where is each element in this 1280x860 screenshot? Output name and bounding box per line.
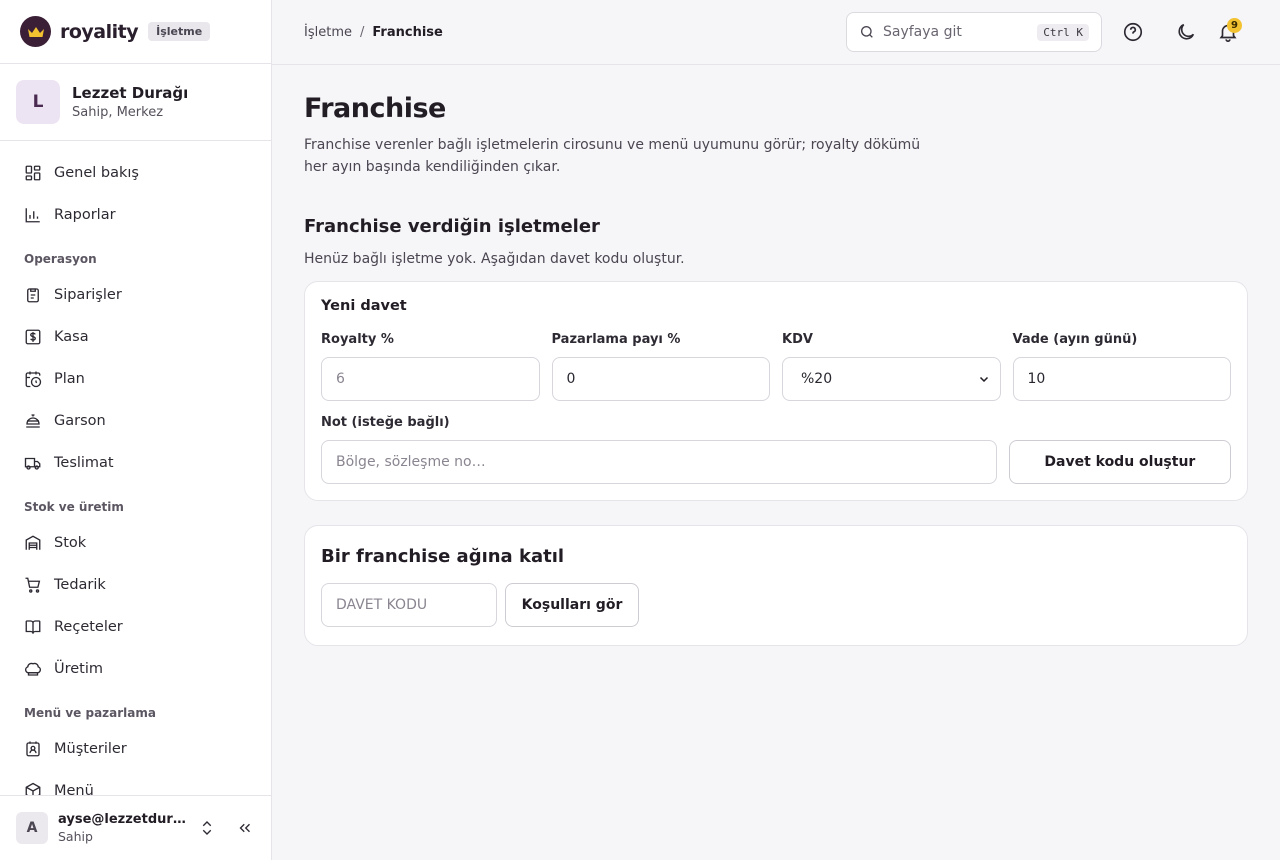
business-switcher[interactable]: L Lezzet Durağı Sahip, Merkez [0,64,271,141]
kdv-selected-value: %20 [801,371,833,387]
sidebar-item-garson[interactable]: Garson [0,400,271,442]
marketing-share-input[interactable]: 0 [551,357,770,401]
help-icon[interactable] [1122,21,1144,43]
create-invite-code-button[interactable]: Davet kodu oluştur [1008,440,1231,484]
bar-chart-icon [25,208,40,223]
brand-header: royality İşletme [0,0,271,64]
sidebar-item-genel-bakis[interactable]: Genel bakış [0,152,271,194]
franchisees-title: Franchise verdiğin işletmeler [304,216,600,237]
truck-icon [24,457,41,470]
breadcrumb-current: Franchise [372,24,443,40]
sidebar: royality İşletme L Lezzet Durağı Sahip, … [0,0,272,860]
view-terms-button[interactable]: Koşulları gör [505,583,639,627]
main-content: Franchise Franchise verenler bağlı işlet… [304,65,1248,646]
brand-badge: İşletme [148,22,211,41]
sidebar-item-plan[interactable]: Plan [0,358,271,400]
book-icon [25,620,41,634]
business-avatar: L [16,80,60,124]
business-role: Sahip, Merkez [72,105,164,120]
clipboard-icon [27,288,39,303]
sidebar-item-stok[interactable]: Stok [0,522,271,564]
search-placeholder: Sayfaya git [883,24,962,40]
sidebar-item-label: Raporlar [54,207,116,223]
nav-section-title: Menü ve pazarlama [24,706,156,720]
cart-icon [25,577,41,593]
join-network-card: Bir franchise ağına katıl DAVET KODU Koş… [304,525,1248,646]
moon-icon[interactable] [1175,21,1197,43]
cloche-icon [26,414,40,428]
business-name: Lezzet Durağı [72,84,189,102]
note-input[interactable]: Bölge, sözleşme no… [321,440,997,484]
franchisees-empty-note: Henüz bağlı işletme yok. Aşağıdan davet … [304,251,685,267]
sidebar-item-label: Genel bakış [54,165,139,181]
notification-badge: 9 [1227,18,1242,33]
breadcrumb-parent[interactable]: İşletme [304,25,352,40]
user-menu[interactable]: A ayse@lezzetduragi.com Sahip [0,795,271,860]
breadcrumb: İşletme / Franchise [304,25,443,40]
sidebar-item-label: Siparişler [54,287,122,303]
sidebar-item-raporlar[interactable]: Raporlar [0,194,271,236]
sidebar-item-label: Reçeteler [54,619,123,635]
royalty-label: Royalty % [321,332,394,347]
sidebar-item-uretim[interactable]: Üretim [0,648,271,690]
sidebar-item-label: Kasa [54,329,89,345]
sidebar-item-siparisler[interactable]: Siparişler [0,274,271,316]
invite-card-title: Yeni davet [321,298,407,314]
nav-section-title: Stok ve üretim [24,500,124,514]
chevron-down-icon [979,376,988,383]
note-label: Not (isteğe bağlı) [321,415,450,430]
sidebar-item-receteler[interactable]: Reçeteler [0,606,271,648]
page-title: Franchise [304,93,446,124]
invite-code-input[interactable]: DAVET KODU [321,583,497,627]
user-role: Sahip [58,829,93,844]
sidebar-item-label: Üretim [54,661,104,677]
search-input[interactable]: Sayfaya git Ctrl K [846,12,1102,52]
sidebar-item-label: Müşteriler [54,741,127,757]
page-description: Franchise verenler bağlı işletmelerin ci… [304,137,921,175]
breadcrumb-separator: / [359,24,365,40]
collapse-sidebar-icon[interactable] [236,819,254,837]
warehouse-icon [25,535,41,550]
chef-hat-icon [25,662,41,676]
calendar-clock-icon [25,371,42,388]
royalty-input[interactable]: 6 [321,357,540,401]
due-day-input[interactable]: 10 [1012,357,1231,401]
join-card-title: Bir franchise ağına katıl [321,546,565,567]
due-day-label: Vade (ayın günü) [1012,332,1138,347]
sidebar-item-label: Teslimat [54,455,114,471]
search-shortcut: Ctrl K [1037,23,1089,41]
crown-logo-icon [20,16,51,47]
brand-name: royality [60,20,139,43]
new-invite-card: Yeni davet Royalty % 6 Pazarlama payı % … [304,281,1248,501]
kdv-label: KDV [782,332,813,347]
sidebar-item-label: Garson [54,413,106,429]
grid-icon [25,165,41,181]
nav-section-title: Operasyon [24,252,97,266]
contact-icon [26,741,40,757]
sidebar-nav: Genel bakış Raporlar Operasyon Siparişle… [0,141,271,812]
sidebar-item-teslimat[interactable]: Teslimat [0,442,271,484]
chevrons-up-down-icon[interactable] [198,819,216,837]
topbar: İşletme / Franchise Sayfaya git Ctrl K 9 [272,0,1280,65]
sidebar-item-label: Stok [54,535,87,551]
avatar: A [16,812,48,844]
sidebar-item-kasa[interactable]: Kasa [0,316,271,358]
dollar-icon [25,329,41,345]
sidebar-item-tedarik[interactable]: Tedarik [0,564,271,606]
sidebar-item-musteriler[interactable]: Müşteriler [0,728,271,770]
search-icon [861,26,873,38]
sidebar-item-label: Plan [54,371,85,387]
marketing-share-label: Pazarlama payı % [551,332,681,347]
sidebar-item-label: Tedarik [54,577,106,593]
kdv-select[interactable]: %20 [782,357,1001,401]
user-email: ayse@lezzetduragi.com [58,812,186,827]
